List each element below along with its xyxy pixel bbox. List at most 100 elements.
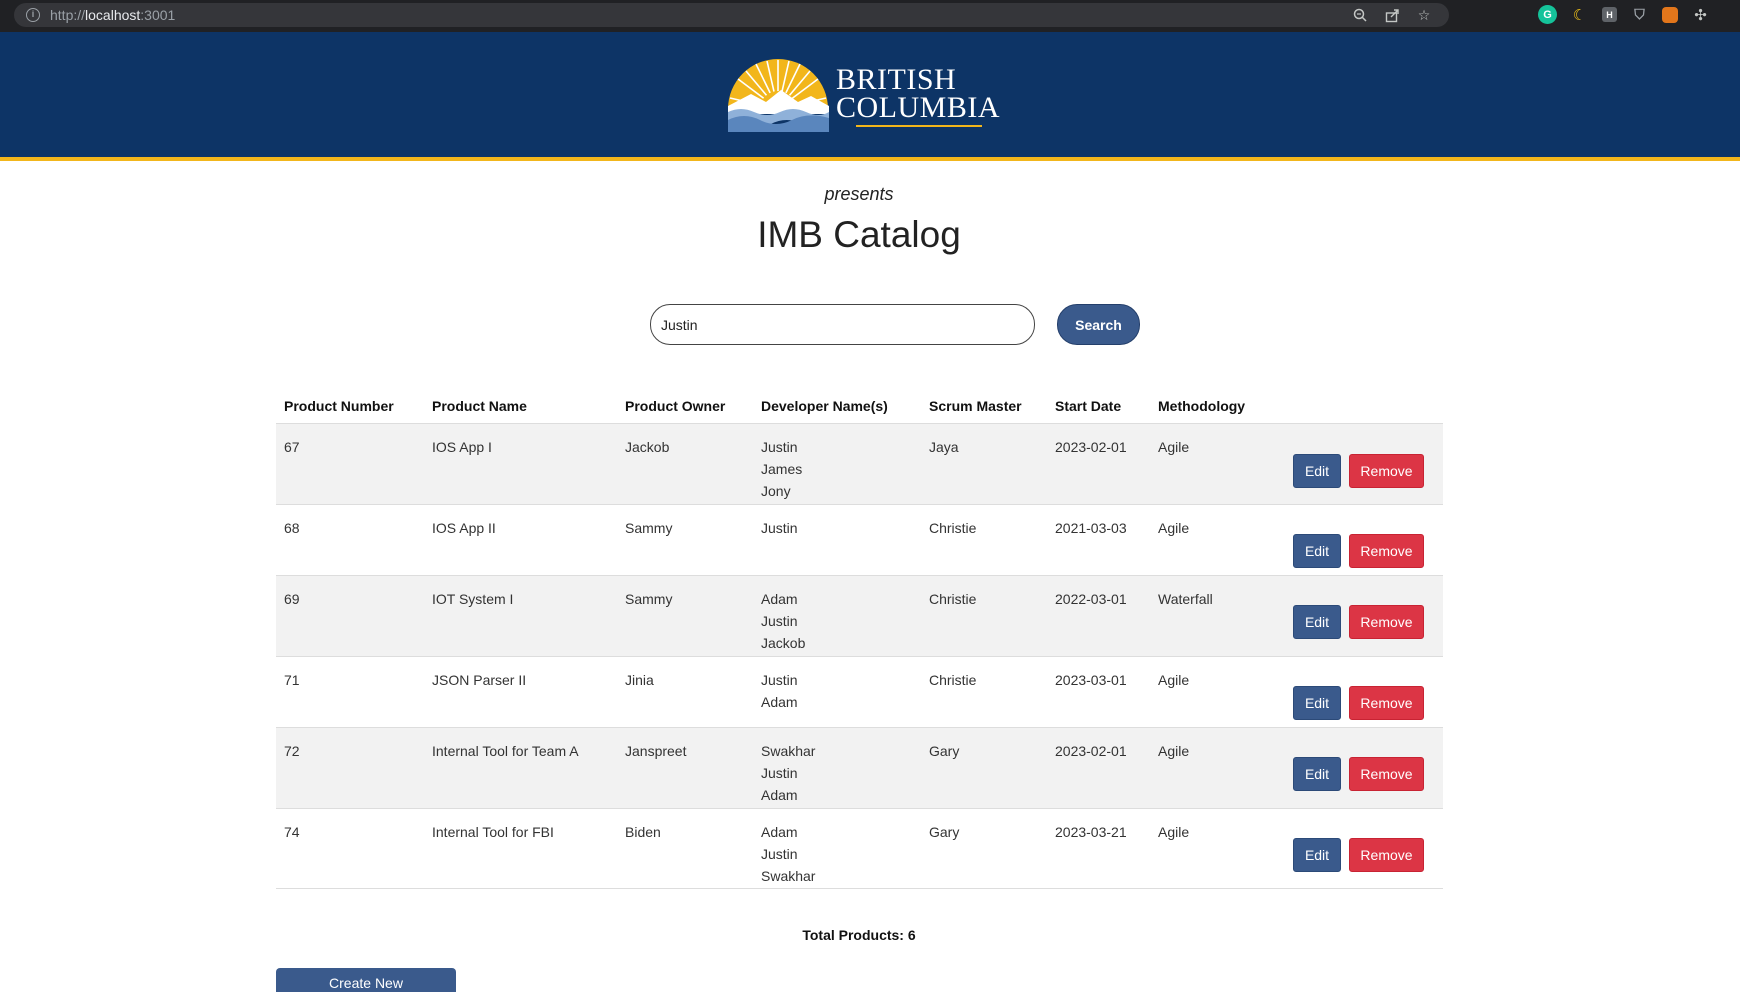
- product-name: Internal Tool for Team A: [432, 743, 579, 759]
- table-row: 71 JSON Parser II Jinia Justin Adam Chri…: [276, 657, 1443, 728]
- start-date: 2023-02-01: [1055, 743, 1127, 759]
- product-number: 68: [284, 520, 300, 536]
- product-number: 72: [284, 743, 300, 759]
- product-owner: Jinia: [625, 672, 654, 688]
- remove-button[interactable]: Remove: [1349, 454, 1424, 488]
- info-icon[interactable]: i: [26, 8, 40, 22]
- product-number: 69: [284, 591, 300, 607]
- edit-button[interactable]: Edit: [1293, 838, 1341, 872]
- shield-icon[interactable]: ⛉: [1630, 5, 1649, 24]
- column-header-start-date: Start Date: [1055, 398, 1122, 414]
- developer-name: Justin: [761, 765, 798, 781]
- edit-button[interactable]: Edit: [1293, 534, 1341, 568]
- developer-list: Justin Adam: [761, 669, 798, 713]
- developer-name: Adam: [761, 787, 798, 803]
- developer-name: Justin: [761, 613, 798, 629]
- product-owner: Jackob: [625, 439, 670, 455]
- methodology: Agile: [1158, 743, 1190, 759]
- search-input[interactable]: [650, 304, 1035, 345]
- developer-list: Adam Justin Jackob: [761, 588, 805, 654]
- scrum-master: Christie: [929, 520, 977, 536]
- grammarly-icon[interactable]: G: [1538, 5, 1557, 24]
- remove-button[interactable]: Remove: [1349, 757, 1424, 791]
- start-date: 2022-03-01: [1055, 591, 1127, 607]
- remove-button[interactable]: Remove: [1349, 686, 1424, 720]
- developer-name: Justin: [761, 439, 798, 455]
- dark-mode-icon[interactable]: ☾: [1570, 5, 1589, 24]
- scrum-master: Gary: [929, 743, 960, 759]
- scrum-master: Gary: [929, 824, 960, 840]
- developer-list: Justin: [761, 517, 798, 539]
- product-number: 67: [284, 439, 300, 455]
- developer-name: James: [761, 461, 803, 477]
- remove-button[interactable]: Remove: [1349, 534, 1424, 568]
- developer-list: Swakhar Justin Adam: [761, 740, 815, 806]
- page-title: IMB Catalog: [757, 214, 961, 255]
- browser-toolbar: i http://localhost:3001 ☆ G ☾ H ⛉ ✣: [0, 0, 1740, 32]
- url-text[interactable]: http://localhost:3001: [50, 7, 175, 23]
- total-products: Total Products: 6: [802, 927, 916, 943]
- product-name: IOS App II: [432, 520, 496, 536]
- product-owner: Biden: [625, 824, 661, 840]
- column-header-methodology: Methodology: [1158, 398, 1246, 414]
- create-new-button[interactable]: Create New: [276, 968, 456, 992]
- table-row: 72 Internal Tool for Team A Janspreet Sw…: [276, 728, 1443, 809]
- column-header-product-number: Product Number: [284, 398, 394, 414]
- product-owner: Sammy: [625, 591, 673, 607]
- product-name: IOS App I: [432, 439, 492, 455]
- developer-name: Jony: [761, 483, 791, 499]
- search-button[interactable]: Search: [1057, 304, 1140, 345]
- product-number: 74: [284, 824, 300, 840]
- edit-button[interactable]: Edit: [1293, 454, 1341, 488]
- developer-name: Jackob: [761, 635, 806, 651]
- scrum-master: Christie: [929, 591, 977, 607]
- bc-logo[interactable]: BRITISH COLUMBIA: [726, 54, 1000, 132]
- methodology: Agile: [1158, 824, 1190, 840]
- share-icon[interactable]: [1383, 6, 1401, 24]
- extension-h-icon[interactable]: H: [1602, 7, 1617, 22]
- product-number: 71: [284, 672, 300, 688]
- product-name: JSON Parser II: [432, 672, 527, 688]
- remove-button[interactable]: Remove: [1349, 605, 1424, 639]
- edit-button[interactable]: Edit: [1293, 757, 1341, 791]
- remove-button[interactable]: Remove: [1349, 838, 1424, 872]
- product-owner: Janspreet: [625, 743, 687, 759]
- table-header: Product Number Product Name Product Owne…: [276, 390, 1443, 424]
- presents-text: presents: [824, 184, 894, 204]
- logo-underline: [856, 125, 982, 127]
- scrum-master: Christie: [929, 672, 977, 688]
- scrum-master: Jaya: [929, 439, 959, 455]
- product-name: IOT System I: [432, 591, 514, 607]
- column-header-product-name: Product Name: [432, 398, 527, 414]
- logo-wordmark: BRITISH COLUMBIA: [836, 63, 1001, 124]
- developer-name: Justin: [761, 846, 798, 862]
- table-row: 69 IOT System I Sammy Adam Justin Jackob…: [276, 576, 1443, 657]
- product-table: Product Number Product Name Product Owne…: [276, 390, 1443, 889]
- developer-name: Swakhar: [761, 868, 816, 884]
- developer-name: Adam: [761, 591, 798, 607]
- sun-logo-icon: [728, 59, 829, 132]
- address-bar[interactable]: i http://localhost:3001 ☆: [14, 3, 1449, 27]
- header-banner: BRITISH COLUMBIA: [0, 32, 1740, 161]
- product-name: Internal Tool for FBI: [432, 824, 554, 840]
- product-owner: Sammy: [625, 520, 673, 536]
- developer-name: Adam: [761, 824, 798, 840]
- developer-name: Justin: [761, 672, 798, 688]
- developer-list: Adam Justin Swakhar: [761, 821, 815, 887]
- zoom-icon[interactable]: [1351, 6, 1369, 24]
- metamask-icon[interactable]: [1662, 6, 1678, 23]
- extensions-puzzle-icon[interactable]: ✣: [1691, 5, 1710, 24]
- developer-name: Justin: [761, 520, 798, 536]
- edit-button[interactable]: Edit: [1293, 605, 1341, 639]
- methodology: Waterfall: [1158, 591, 1213, 607]
- methodology: Agile: [1158, 520, 1190, 536]
- edit-button[interactable]: Edit: [1293, 686, 1341, 720]
- column-header-product-owner: Product Owner: [625, 398, 726, 414]
- methodology: Agile: [1158, 439, 1190, 455]
- table-row: 74 Internal Tool for FBI Biden Adam Just…: [276, 809, 1443, 889]
- column-header-scrum-master: Scrum Master: [929, 398, 1022, 414]
- methodology: Agile: [1158, 672, 1190, 688]
- start-date: 2023-03-21: [1055, 824, 1127, 840]
- bookmark-star-icon[interactable]: ☆: [1415, 6, 1433, 24]
- start-date: 2021-03-03: [1055, 520, 1127, 536]
